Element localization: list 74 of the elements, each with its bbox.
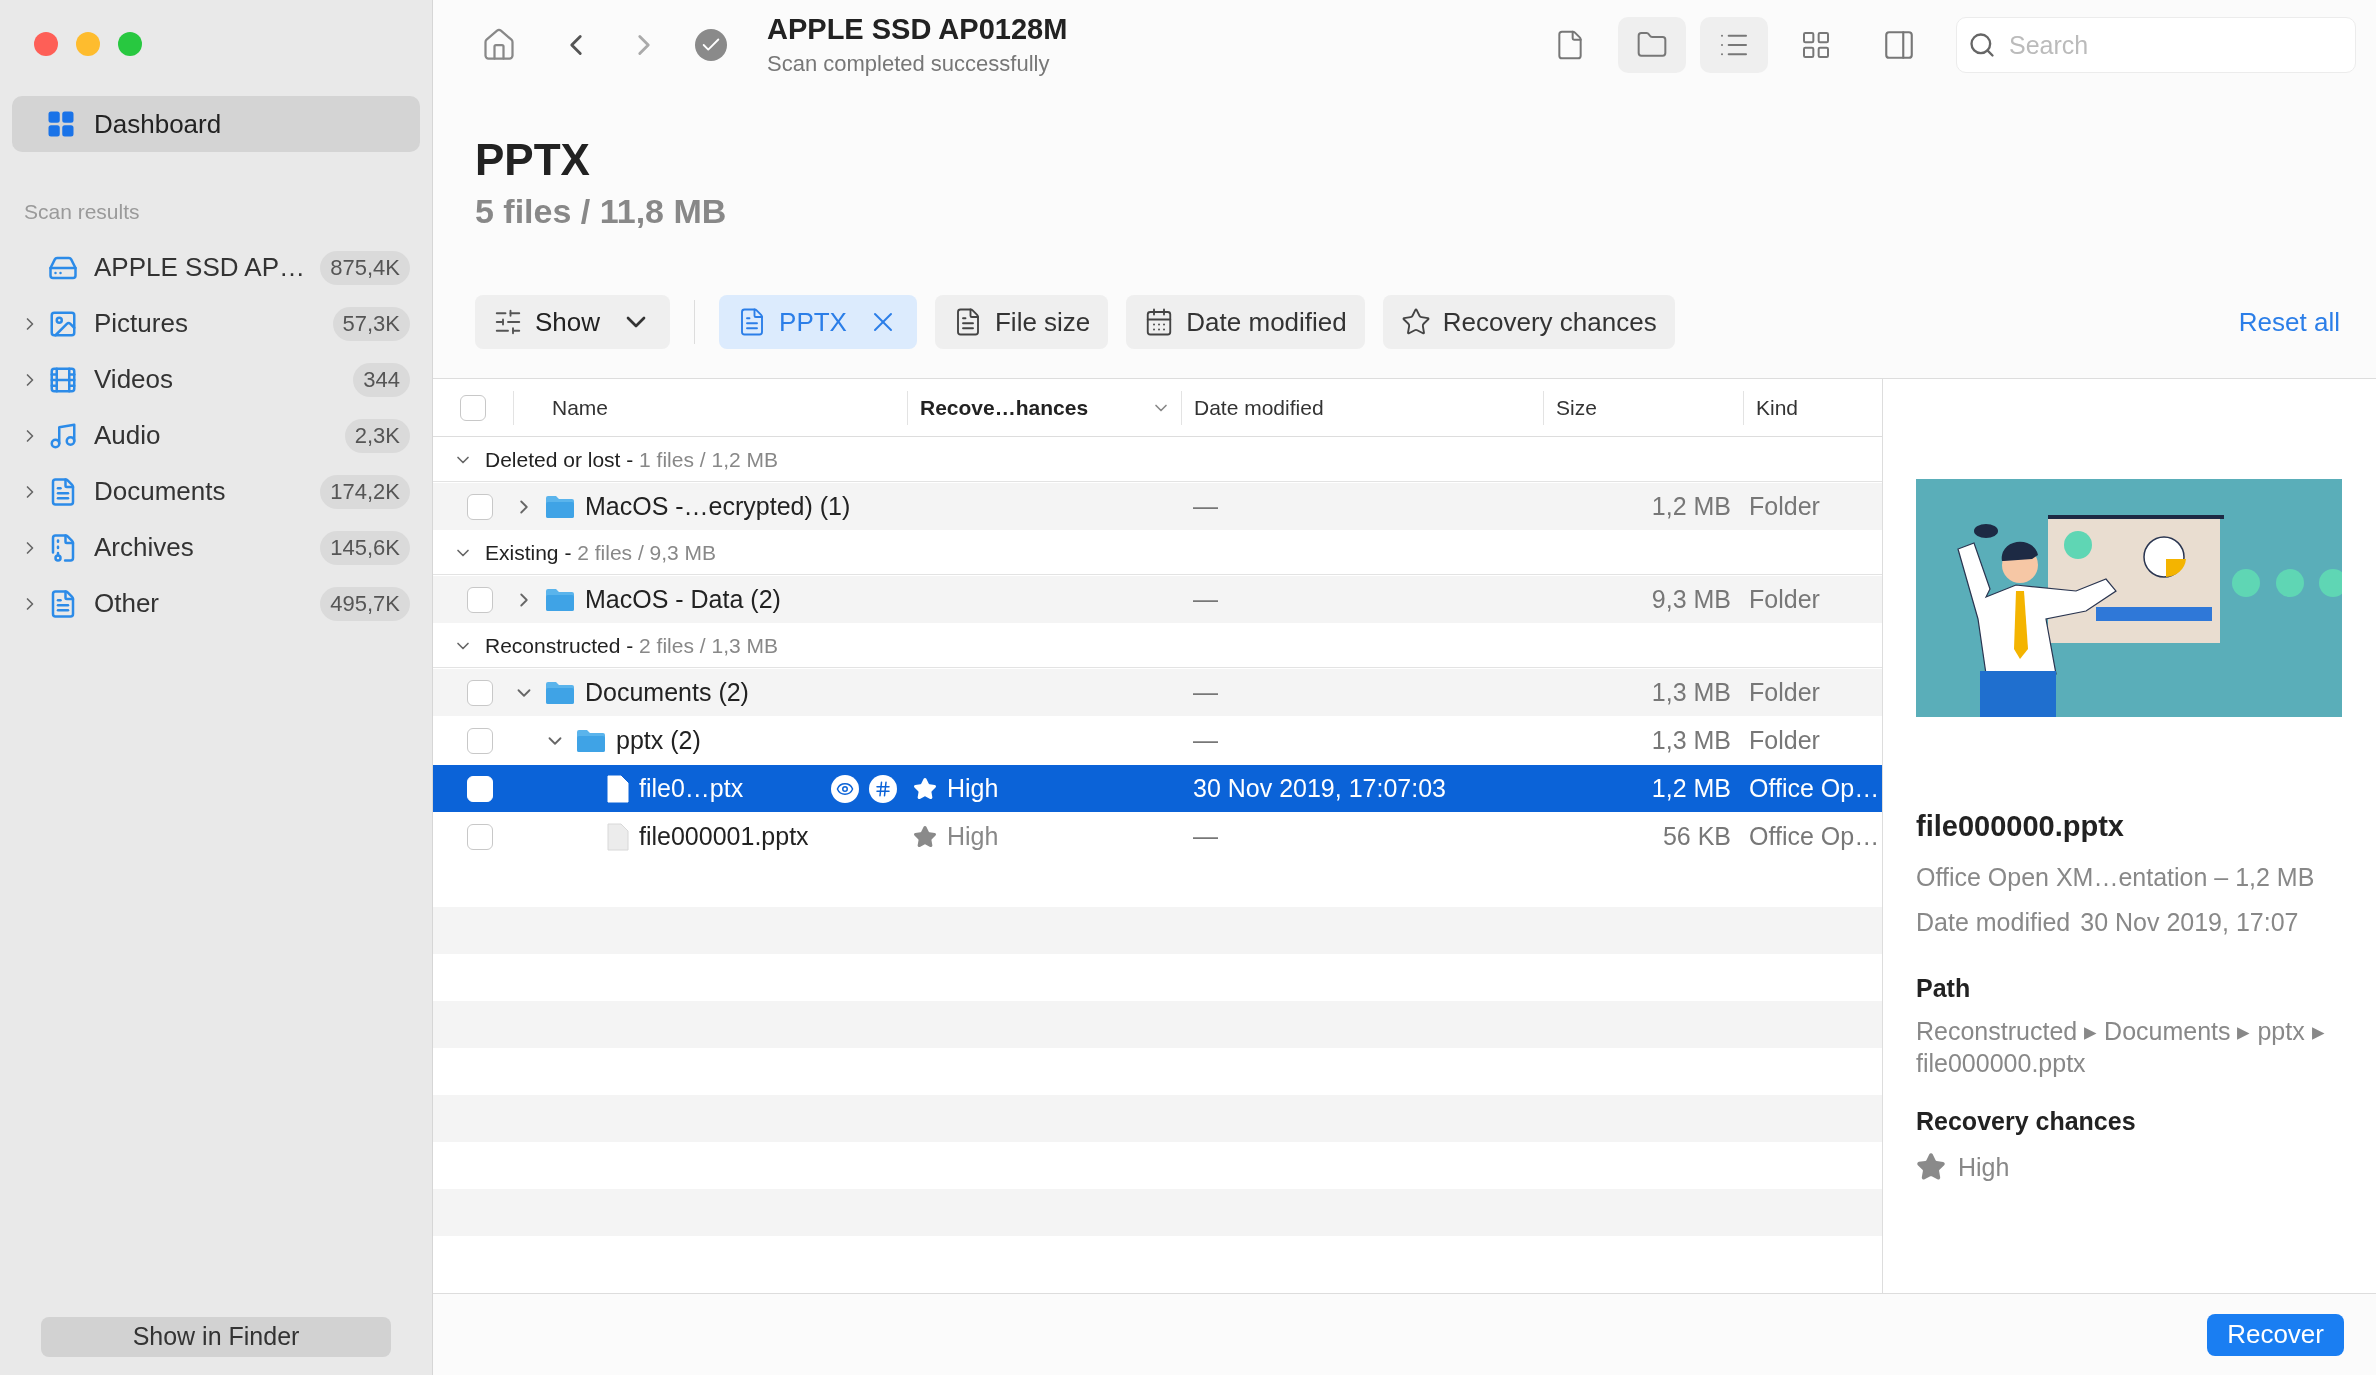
group-header[interactable]: Deleted or lost - 1 files / 1,2 MB — [433, 438, 1882, 482]
date-value: 30 Nov 2019, 17:07 — [2080, 907, 2299, 938]
table-row[interactable]: Documents (2) — 1,3 MB Folder — [433, 669, 1882, 716]
reset-all-link[interactable]: Reset all — [2238, 302, 2340, 342]
column-header[interactable]: Date modified — [1194, 391, 1533, 424]
recovery-chance: High — [947, 820, 999, 852]
file-title: file000000.pptx — [1916, 809, 2125, 844]
count-badge: 145,6K — [320, 530, 410, 565]
date-label: Date modified — [1916, 907, 2071, 938]
table-row[interactable]: MacOS -…ecrypted) (1) — 1,2 MB Folder — [433, 483, 1882, 530]
file-name: Documents (2) — [585, 676, 749, 708]
sidebar-item[interactable]: APPLE SSD AP… — [48, 248, 321, 287]
sidebar-item[interactable]: Videos — [48, 360, 354, 399]
file-kind: Office Op… — [1749, 773, 1880, 802]
file-kind: Folder — [1749, 491, 1820, 520]
recovery-label: Recovery chances — [1916, 1106, 2137, 1137]
count-badge: 344 — [353, 362, 410, 397]
file-name: file0…ptx — [639, 772, 744, 804]
sidebar-item[interactable]: Dashboard — [12, 96, 420, 152]
file-size: 56 KB — [1662, 820, 1731, 852]
filter-chip[interactable]: File size — [934, 295, 1109, 349]
path-label: Path — [1916, 972, 1972, 1004]
file-name: file000001.pptx — [639, 820, 809, 852]
file-name: MacOS -…ecrypted) (1) — [585, 490, 851, 522]
sidebar-item[interactable]: Archives — [48, 528, 321, 567]
date-modified: — — [1193, 677, 1218, 706]
column-header[interactable]: Recove…hances — [920, 391, 1171, 424]
count-badge: 174,2K — [320, 474, 410, 509]
date-modified: — — [1193, 584, 1218, 613]
file-size: 9,3 MB — [1651, 583, 1731, 615]
file-description: Office Open XM…entation – 1,2 MB — [1916, 861, 2316, 893]
table-row[interactable]: MacOS - Data (2) — 9,3 MB Folder — [433, 576, 1882, 623]
group-header[interactable]: Existing - 2 files / 9,3 MB — [433, 531, 1882, 575]
file-name: pptx (2) — [616, 724, 701, 756]
filter-chip[interactable]: Recovery chances — [1382, 295, 1675, 349]
file-size: 1,2 MB — [1651, 772, 1731, 804]
sidebar-item[interactable]: Pictures — [48, 304, 333, 343]
show-button[interactable]: Show — [475, 295, 671, 349]
drive-title: APPLE SSD AP0128M — [767, 11, 1068, 47]
scan-status: Scan completed successfully — [767, 49, 1051, 78]
recovery-chance: High — [947, 772, 999, 804]
file-kind: Folder — [1749, 677, 1820, 706]
count-badge: 495,7K — [320, 586, 410, 621]
table-row[interactable]: file0…ptx High 30 Nov 2019, 17:07:03 1,2 MB Office Op… — [433, 765, 1882, 812]
sidebar-item[interactable]: Documents — [48, 472, 321, 511]
sidebar-item[interactable]: Other — [48, 584, 321, 623]
path-text: Reconstructed ▸ Documents ▸ pptx ▸ file000000.pptx — [1916, 1016, 2326, 1079]
page-summary: 5 files / 11,8 MB — [475, 191, 728, 232]
file-name: MacOS - Data (2) — [585, 583, 781, 615]
count-badge: 2,3K — [344, 418, 410, 453]
file-kind: Office Op… — [1749, 821, 1880, 850]
filter-chip[interactable]: Date modified — [1126, 295, 1365, 349]
recover-button[interactable]: Recover — [2207, 1313, 2344, 1356]
file-kind: Folder — [1749, 584, 1820, 613]
file-size: 1,3 MB — [1651, 724, 1731, 756]
recovery-value: High — [1958, 1151, 2010, 1183]
group-header[interactable]: Reconstructed - 2 files / 1,3 MB — [433, 624, 1882, 668]
section-label: Scan results — [23, 199, 140, 225]
sidebar-item[interactable]: Audio — [48, 416, 345, 455]
count-badge: 57,3K — [332, 306, 410, 341]
column-header[interactable]: Name — [552, 391, 897, 424]
file-size: 1,2 MB — [1651, 490, 1731, 522]
file-kind: Folder — [1749, 725, 1820, 754]
date-modified: — — [1193, 725, 1218, 754]
date-modified: — — [1193, 821, 1218, 850]
column-header[interactable]: Kind — [1756, 391, 1872, 424]
date-modified: — — [1193, 491, 1218, 520]
show-in-finder-button[interactable]: Show in Finder — [41, 1317, 391, 1357]
column-header[interactable]: Size — [1556, 391, 1733, 424]
count-badge: 875,4K — [320, 250, 410, 285]
search-field[interactable]: Search — [1956, 17, 2356, 73]
page-title: PPTX — [475, 134, 591, 186]
date-modified: 30 Nov 2019, 17:07:03 — [1193, 773, 1446, 802]
file-size: 1,3 MB — [1651, 676, 1731, 708]
